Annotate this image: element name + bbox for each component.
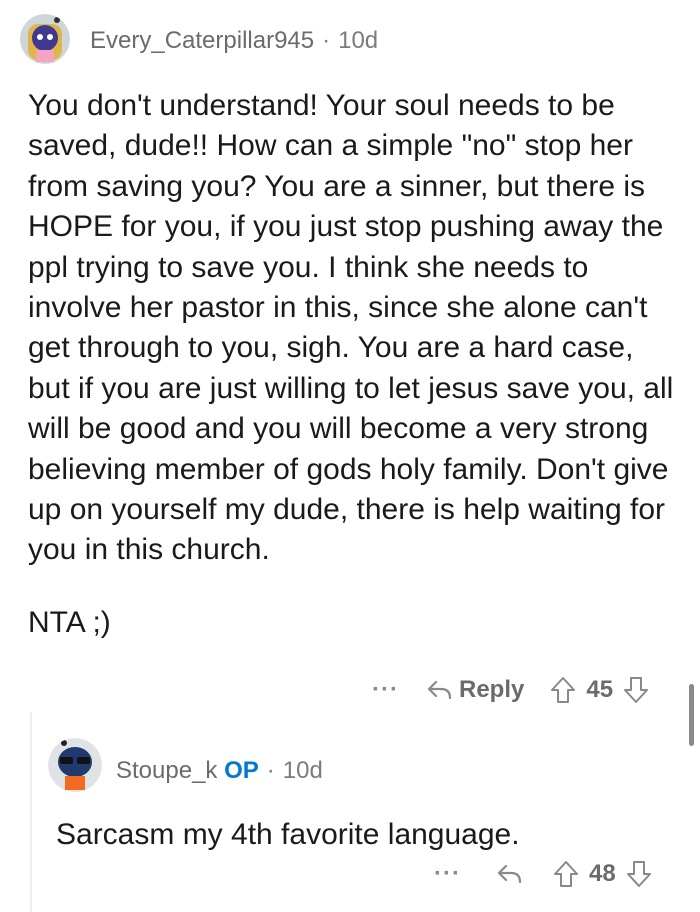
comment-body: You don't understand! Your soul needs to… <box>28 86 678 643</box>
separator-dot: · <box>322 27 331 54</box>
comment-actions: ··· 48 <box>434 860 652 888</box>
comment-actions: ··· Reply 45 <box>372 676 649 704</box>
comment-paragraph: NTA ;) <box>28 605 111 639</box>
comment-paragraph: You don't understand! Your soul needs to… <box>28 89 674 567</box>
avatar-icon <box>48 738 102 792</box>
avatar-icon <box>20 14 70 64</box>
downvote-icon[interactable] <box>623 676 649 704</box>
upvote-icon[interactable] <box>550 676 576 704</box>
vote-score: 45 <box>586 676 614 703</box>
upvote-icon[interactable] <box>553 860 579 888</box>
reply-button[interactable] <box>497 863 523 885</box>
scrollbar[interactable] <box>689 684 694 746</box>
comment-body: Sarcasm my 4th favorite language. <box>56 815 676 855</box>
avatar[interactable] <box>20 14 70 64</box>
vote-controls: 45 <box>550 676 649 704</box>
separator-dot: · <box>266 757 275 784</box>
thread-line[interactable] <box>30 712 32 912</box>
username[interactable]: Every_Caterpillar945 <box>90 27 314 54</box>
op-badge: OP <box>224 757 259 784</box>
comment-age: 10d <box>282 757 323 784</box>
comment-meta: Every_Caterpillar945 · 10d <box>90 27 378 55</box>
more-icon[interactable]: ··· <box>372 676 399 704</box>
comment-paragraph: Sarcasm my 4th favorite language. <box>56 818 520 851</box>
reply-icon <box>427 680 452 700</box>
comment-age: 10d <box>338 27 379 54</box>
vote-controls: 48 <box>553 860 652 888</box>
avatar[interactable] <box>48 738 102 792</box>
comment-meta: Stoupe_k OP · 10d <box>116 757 323 785</box>
reply-icon <box>497 864 522 884</box>
more-icon[interactable]: ··· <box>434 860 461 888</box>
reply-button[interactable]: Reply <box>427 676 524 704</box>
vote-score: 48 <box>588 860 616 887</box>
downvote-icon[interactable] <box>626 860 652 888</box>
username[interactable]: Stoupe_k <box>116 757 217 784</box>
reply-label: Reply <box>458 676 525 703</box>
